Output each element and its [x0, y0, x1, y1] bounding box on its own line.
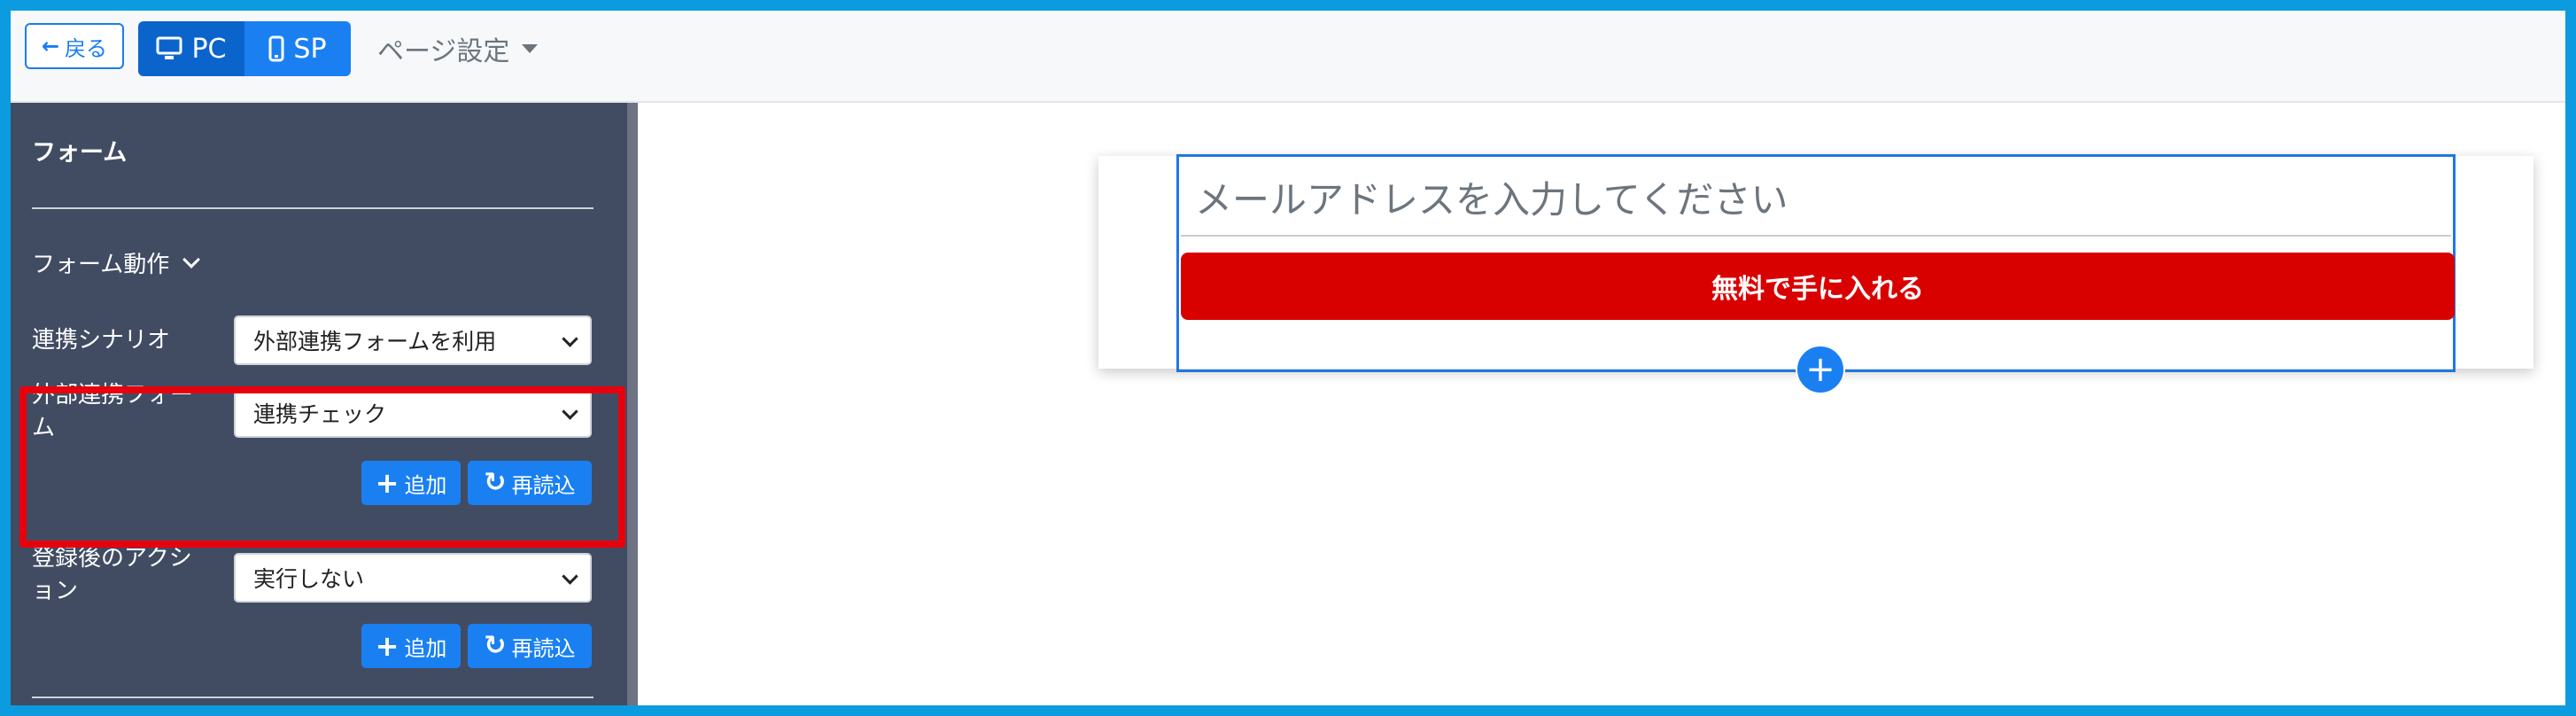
chevron-down-icon	[182, 250, 201, 268]
sidebar-divider	[32, 697, 594, 698]
device-pc-label: PC	[191, 33, 227, 65]
device-sp-label: SP	[293, 33, 327, 65]
reload-icon: ↻	[484, 630, 507, 661]
form-behavior-label: フォーム動作	[32, 252, 170, 278]
cta-button[interactable]: 無料で手に入れる	[1181, 253, 2455, 320]
top-toolbar: ← 戻る PC SP ページ設定	[11, 11, 2565, 103]
after-register-action-value: 実行しない	[253, 566, 365, 592]
device-sp-button[interactable]: SP	[244, 21, 351, 76]
sidebar-title: フォーム	[32, 139, 128, 167]
desktop-icon	[156, 36, 182, 59]
after-register-action-select[interactable]: 実行しない	[234, 553, 592, 603]
reload-button-label: 再読込	[511, 635, 576, 661]
add-block-button[interactable]: +	[1796, 345, 1845, 394]
sidebar-divider	[32, 207, 594, 209]
page-canvas: メールアドレスを入力してください 無料で手に入れる +	[638, 103, 2565, 705]
cta-label: 無料で手に入れる	[1711, 274, 1924, 305]
after-register-action-label: 登録後のアクション	[32, 545, 192, 604]
device-pc-button[interactable]: PC	[138, 21, 244, 76]
arrow-left-icon: ←	[41, 34, 60, 58]
caret-down-icon	[522, 44, 539, 53]
settings-sidebar: フォーム フォーム動作 連携シナリオ 外部連携フォームを利用 外部連携フォーム …	[11, 103, 627, 705]
email-placeholder: メールアドレスを入力してください	[1195, 177, 1788, 222]
scenario-select[interactable]: 外部連携フォームを利用	[234, 315, 592, 365]
selected-form-block[interactable]: メールアドレスを入力してください 無料で手に入れる +	[1176, 154, 2456, 394]
plus-icon: +	[375, 629, 400, 663]
app-frame: ← 戻る PC SP ページ設定 フォーム フォーム動作 連携シナリオ 外部連携…	[11, 11, 2565, 705]
annotation-highlight	[19, 386, 625, 548]
back-button[interactable]: ← 戻る	[25, 23, 124, 69]
scenario-select-value: 外部連携フォームを利用	[253, 329, 497, 354]
email-input[interactable]: メールアドレスを入力してください	[1181, 159, 2451, 237]
chevron-down-icon	[562, 568, 578, 585]
reload-button[interactable]: ↻ 再読込	[468, 624, 592, 668]
scenario-label: 連携シナリオ	[32, 327, 171, 354]
plus-icon: +	[1805, 349, 1835, 390]
chevron-down-icon	[562, 331, 578, 347]
page-settings-dropdown[interactable]: ページ設定	[377, 30, 539, 67]
sidebar-scrollbar[interactable]	[627, 103, 638, 705]
device-toggle: PC SP	[138, 21, 351, 76]
page-settings-label: ページ設定	[377, 36, 510, 67]
back-button-label: 戻る	[65, 35, 108, 61]
add-button[interactable]: + 追加	[361, 624, 461, 668]
add-button-label: 追加	[404, 635, 447, 661]
mobile-icon	[268, 35, 284, 62]
form-behavior-toggle[interactable]: フォーム動作	[32, 246, 201, 279]
form-block-card: メールアドレスを入力してください 無料で手に入れる +	[1098, 154, 2533, 394]
